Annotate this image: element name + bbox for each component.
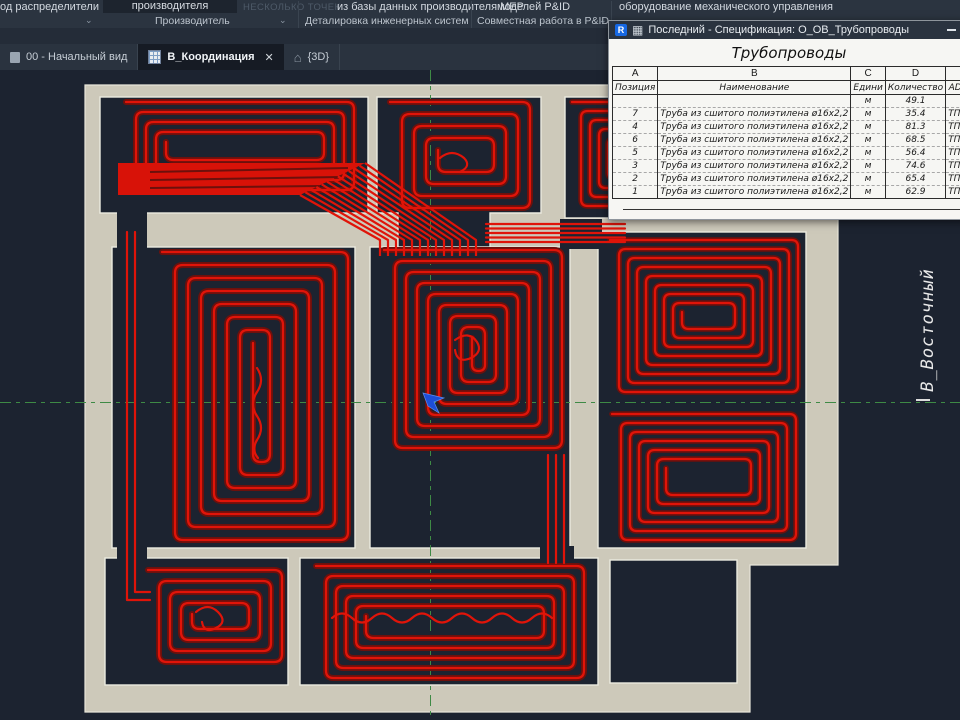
schedule-body: Трубопроводы ABCDE ПозицияНаименованиеЕд… bbox=[609, 39, 960, 219]
table-row[interactable]: 1Труба из сшитого полиэтилена ø16х2,2м62… bbox=[613, 186, 960, 199]
panel-expand-icon[interactable]: ⌄ bbox=[599, 15, 607, 26]
plan-view-icon bbox=[148, 50, 161, 64]
panel-label-pid-collaboration: Совместная работа в P&ID bbox=[477, 15, 609, 27]
schedule-icon: ▦ bbox=[632, 24, 643, 36]
table-row[interactable]: 5Труба из сшитого полиэтилена ø16х2,2м56… bbox=[613, 147, 960, 160]
schedule-end-line bbox=[623, 209, 960, 210]
schedule-rows[interactable]: м49.17Труба из сшитого полиэтилена ø16х2… bbox=[613, 95, 960, 199]
panel-expand-icon[interactable]: ⌄ bbox=[279, 15, 287, 26]
view-tab-label: В_Координация bbox=[167, 51, 254, 63]
window-title: Последний - Спецификация: О_ОВ_Трубопров… bbox=[648, 24, 942, 36]
panel-separator bbox=[298, 1, 299, 28]
close-tab-icon[interactable]: ✕ bbox=[265, 51, 274, 64]
panel-expand-icon[interactable]: ⌄ bbox=[85, 15, 93, 26]
elevation-label[interactable]: В_Восточный bbox=[918, 268, 938, 392]
ribbon-button-mechanical-equipment[interactable]: оборудование механического управления bbox=[619, 1, 833, 13]
schedule-table[interactable]: ABCDE ПозицияНаименованиеЕдиниКоличество… bbox=[612, 66, 960, 199]
revit-application-window: од распределители производителя НЕСКОЛЬК… bbox=[0, 0, 960, 720]
view-tab-label: {3D} bbox=[308, 51, 329, 63]
table-row[interactable]: 2Труба из сшитого полиэтилена ø16х2,2м65… bbox=[613, 173, 960, 186]
column-header-row: ПозицияНаименованиеЕдиниКоличествоADSK_П… bbox=[613, 81, 960, 95]
schedule-window[interactable]: R ▦ Последний - Спецификация: О_ОВ_Трубо… bbox=[608, 20, 960, 220]
schedule-title: Трубопроводы bbox=[609, 44, 960, 62]
ribbon-button-multiple-points: НЕСКОЛЬКО ТОЧЕК bbox=[243, 2, 340, 13]
room-bottom-right[interactable] bbox=[610, 560, 737, 683]
column-letter-row: ABCDE bbox=[613, 67, 960, 81]
table-row[interactable]: м49.1 bbox=[613, 95, 960, 108]
minimize-icon[interactable] bbox=[947, 29, 956, 31]
panel-label-manufacturer: Производитель bbox=[155, 15, 230, 27]
table-row[interactable]: 3Труба из сшитого полиэтилена ø16х2,2м74… bbox=[613, 160, 960, 173]
view-icon bbox=[10, 52, 20, 63]
table-row[interactable]: 4Труба из сшитого полиэтилена ø16х2,2м81… bbox=[613, 121, 960, 134]
panel-label-fabrication: Деталировка инженерных систем bbox=[305, 15, 469, 27]
ribbon-button-pid-models[interactable]: моделей P&ID bbox=[497, 1, 570, 13]
ribbon-button-manufacturer-part[interactable]: производителя bbox=[103, 0, 237, 13]
view-tab-3d[interactable]: ⌂ {3D} bbox=[284, 44, 340, 70]
table-row[interactable]: 6Труба из сшитого полиэтилена ø16х2,2м68… bbox=[613, 134, 960, 147]
schedule-window-titlebar[interactable]: R ▦ Последний - Спецификация: О_ОВ_Трубо… bbox=[609, 21, 960, 39]
view-tab-start[interactable]: 00 - Начальный вид bbox=[0, 44, 138, 70]
ribbon-button-distributor[interactable]: од распределители bbox=[0, 1, 99, 13]
view-tab-label: 00 - Начальный вид bbox=[26, 51, 127, 63]
view-tab-coordination[interactable]: В_Координация ✕ bbox=[138, 44, 283, 70]
home-icon: ⌂ bbox=[294, 51, 302, 64]
table-row[interactable]: 7Труба из сшитого полиэтилена ø16х2,2м35… bbox=[613, 108, 960, 121]
ribbon-button-mep-database[interactable]: из базы данных производителя MEP bbox=[337, 1, 524, 13]
panel-separator bbox=[471, 1, 472, 28]
revit-logo-icon: R bbox=[615, 24, 627, 36]
